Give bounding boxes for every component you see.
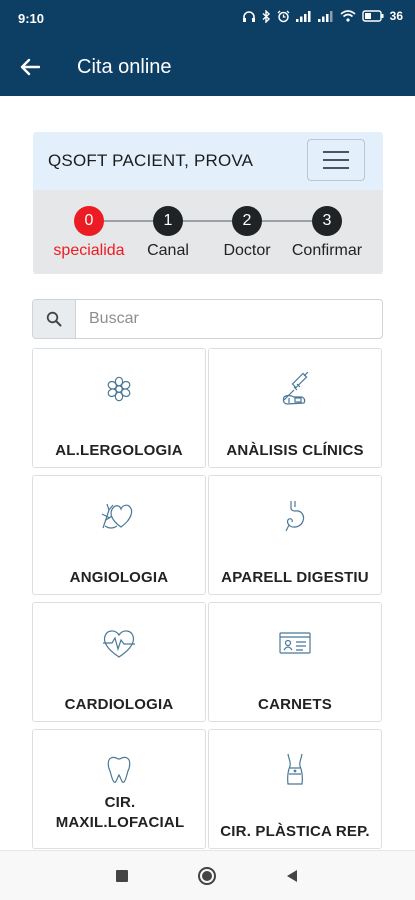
arrow-left-icon	[20, 58, 40, 76]
search-icon	[46, 311, 62, 327]
hamburger-icon-bar	[323, 151, 349, 153]
patient-card: QSOFT PACIENT, PROVA 0 specialida 1 Cana…	[33, 132, 383, 274]
step-confirm[interactable]: 3 Confirmar	[282, 206, 372, 260]
specialty-tile[interactable]: ANÀLISIS CLÍNICS	[208, 348, 382, 468]
patient-name: QSOFT PACIENT, PROVA	[48, 151, 254, 170]
back-button[interactable]	[14, 52, 46, 82]
bluetooth-icon	[262, 9, 270, 23]
step-number: 1	[153, 206, 183, 236]
specialty-label: AL.LERGOLOGIA	[55, 442, 183, 459]
headphones-icon	[242, 10, 255, 22]
step-number: 3	[312, 206, 342, 236]
specialty-label: CARNETS	[258, 696, 332, 713]
recents-button[interactable]	[110, 865, 134, 887]
step-specialty[interactable]: 0 specialida	[44, 206, 134, 260]
system-nav-bar	[0, 850, 415, 900]
signal-icon	[295, 11, 311, 22]
specialty-tile[interactable]: ANGIOLOGIA	[32, 475, 206, 595]
step-channel[interactable]: 1 Canal	[123, 206, 213, 260]
step-label: Canal	[147, 242, 189, 259]
search-box	[32, 299, 383, 339]
triangle-back-icon	[287, 870, 297, 882]
step-label: Doctor	[223, 242, 271, 259]
specialty-label: CARDIOLOGIA	[64, 696, 174, 713]
status-bar: 9:10 36	[0, 0, 415, 38]
battery-level: 36	[389, 9, 403, 23]
hamburger-icon-bar	[323, 159, 349, 161]
specialty-tile[interactable]: CARDIOLOGIA	[32, 602, 206, 722]
home-button[interactable]	[195, 865, 219, 887]
id-card-icon	[279, 632, 311, 654]
step-label: Confirmar	[291, 242, 363, 259]
battery-icon	[361, 10, 384, 22]
status-icons: 36	[242, 9, 403, 23]
body-icon	[287, 753, 303, 785]
step-progress: 0 specialida 1 Canal 2 Doctor 3 Confirma…	[33, 190, 383, 274]
specialty-label: ANGIOLOGIA	[69, 569, 169, 586]
signal-icon	[317, 11, 333, 22]
square-icon	[116, 870, 128, 882]
hamburger-icon-bar	[323, 167, 349, 169]
app-bar: Cita online	[0, 38, 415, 96]
allergy-icon	[107, 376, 131, 402]
tooth-icon	[107, 756, 131, 783]
specialty-tile[interactable]: CIR. MAXIL.LOFACIAL	[32, 729, 206, 849]
specialty-label: ANÀLISIS CLÍNICS	[226, 442, 364, 459]
specialty-tile[interactable]: CIR. PLÀSTICA REP.	[208, 729, 382, 849]
step-number: 2	[232, 206, 262, 236]
search-addon	[33, 300, 76, 338]
specialty-label: CIR. MAXIL.LOFACIAL	[55, 794, 185, 831]
stomach-icon	[285, 501, 305, 532]
wifi-icon	[340, 10, 356, 22]
main-content: QSOFT PACIENT, PROVA 0 specialida 1 Cana…	[0, 96, 415, 850]
back-nav-button[interactable]	[280, 865, 304, 887]
menu-button[interactable]	[307, 139, 365, 181]
search-input[interactable]	[77, 300, 381, 338]
specialty-label: CIR. PLÀSTICA REP.	[220, 823, 370, 840]
heartbeat-icon	[103, 630, 135, 658]
specialty-label: APARELL DIGESTIU	[221, 569, 369, 586]
patient-header: QSOFT PACIENT, PROVA	[33, 132, 383, 190]
alarm-icon	[277, 10, 290, 22]
circle-icon	[198, 867, 216, 885]
step-doctor[interactable]: 2 Doctor	[202, 206, 292, 260]
heart-vessels-icon	[101, 503, 133, 529]
status-time: 9:10	[18, 11, 45, 26]
syringe-icon	[282, 371, 309, 405]
page-title: Cita online	[77, 56, 172, 78]
specialty-tile[interactable]: CARNETS	[208, 602, 382, 722]
step-number: 0	[74, 206, 104, 236]
step-label: specialida	[53, 242, 125, 259]
specialty-tile[interactable]: APARELL DIGESTIU	[208, 475, 382, 595]
specialty-tile[interactable]: AL.LERGOLOGIA	[32, 348, 206, 468]
